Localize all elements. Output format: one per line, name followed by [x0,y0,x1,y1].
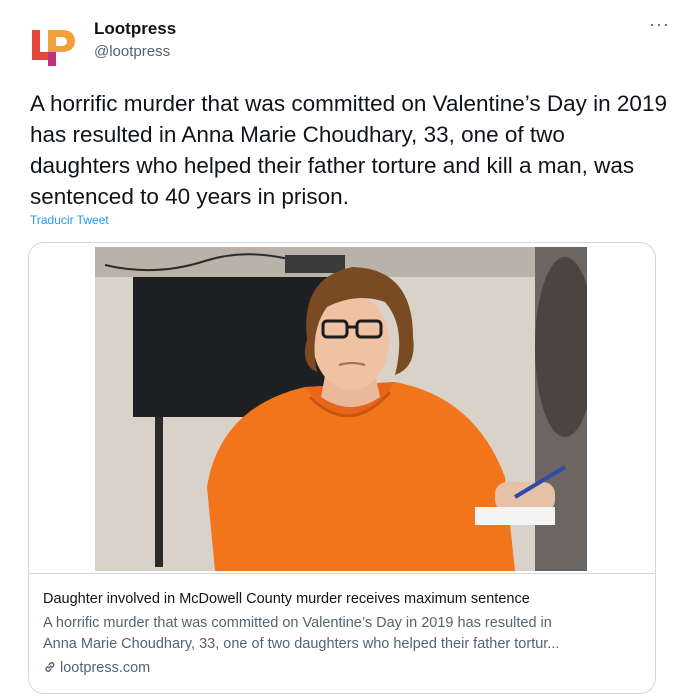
card-title[interactable]: Daughter involved in McDowell County mur… [43,591,530,607]
card-domain-text: lootpress.com [60,660,151,676]
translate-tweet-link[interactable]: Traducir Tweet [30,213,109,227]
card-description-line1: A horrific murder that was committed on … [43,615,552,631]
user-handle[interactable]: @lootpress [94,43,170,60]
link-icon [45,662,55,672]
card-domain[interactable]: lootpress.com [43,660,150,676]
card-description-line2: Anna Marie Choudhary, 33, one of two dau… [43,636,560,652]
card-description: A horrific murder that was committed on … [43,613,643,655]
card-image [95,247,587,571]
link-card[interactable]: Daughter involved in McDowell County mur… [28,242,656,694]
tweet: Lootpress @lootpress ··· A horrific murd… [0,0,700,700]
display-name[interactable]: Lootpress [94,19,176,39]
tweet-text: A horrific murder that was committed on … [30,91,667,209]
lootpress-logo-avatar[interactable] [26,20,78,72]
more-icon[interactable]: ··· [649,14,670,35]
card-divider [29,573,655,574]
